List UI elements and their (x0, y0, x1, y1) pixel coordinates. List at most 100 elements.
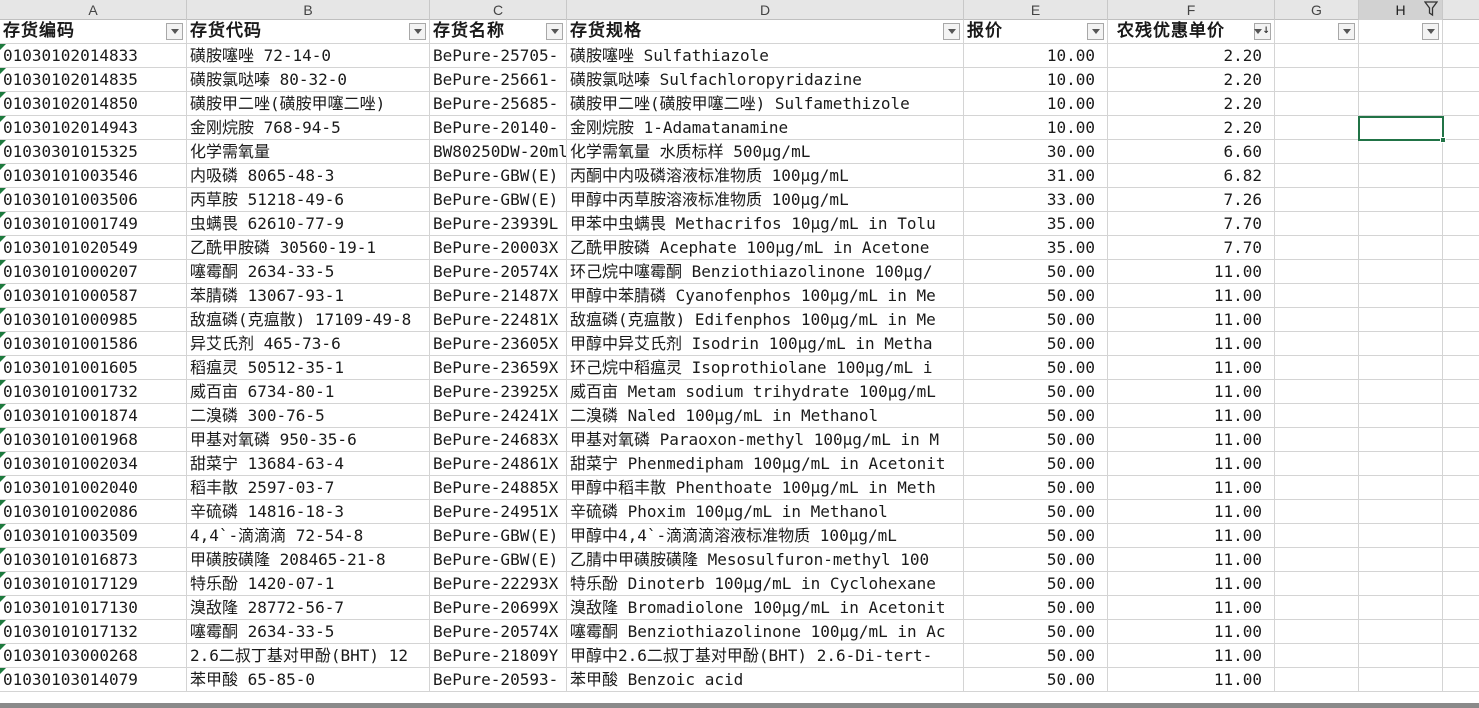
cell-inventory-spec[interactable]: 乙腈中甲磺胺磺隆 Mesosulfuron-methyl 100 (567, 548, 964, 572)
empty-cell[interactable] (1275, 572, 1359, 596)
cell-inventory-id[interactable]: 稻丰散 2597-03-7 (187, 476, 430, 500)
empty-cell[interactable] (1275, 68, 1359, 92)
empty-cell[interactable] (1359, 500, 1443, 524)
filter-dropdown-button[interactable] (409, 23, 426, 40)
empty-cell[interactable] (1275, 212, 1359, 236)
empty-cell[interactable] (1275, 284, 1359, 308)
cell-inventory-spec[interactable]: 甲基对氧磷 Paraoxon-methyl 100μg/mL in M (567, 428, 964, 452)
cell-inventory-name[interactable]: BePure-GBW(E) (430, 524, 567, 548)
cell-quote-price[interactable]: 50.00 (964, 380, 1108, 404)
empty-cell[interactable] (1359, 620, 1443, 644)
cell-inventory-id[interactable]: 稻瘟灵 50512-35-1 (187, 356, 430, 380)
cell-discount-price[interactable]: 11.00 (1108, 476, 1275, 500)
cell-inventory-spec[interactable]: 乙酰甲胺磷 Acephate 100μg/mL in Acetone (567, 236, 964, 260)
cell-inventory-spec[interactable]: 磺胺甲二唑(磺胺甲噻二唑) Sulfamethizole (567, 92, 964, 116)
cell-inventory-code[interactable]: 01030101016873 (0, 548, 187, 572)
cell-discount-price[interactable]: 11.00 (1108, 500, 1275, 524)
cell-inventory-spec[interactable]: 辛硫磷 Phoxim 100μg/mL in Methanol (567, 500, 964, 524)
cell-quote-price[interactable]: 50.00 (964, 476, 1108, 500)
cell-inventory-name[interactable]: BePure-GBW(E) (430, 548, 567, 572)
cell-inventory-spec[interactable]: 甲醇中稻丰散 Phenthoate 100μg/mL in Meth (567, 476, 964, 500)
cell-quote-price[interactable]: 10.00 (964, 44, 1108, 68)
cell-inventory-id[interactable]: 磺胺甲二唑(磺胺甲噻二唑) (187, 92, 430, 116)
cell-discount-price[interactable]: 2.20 (1108, 92, 1275, 116)
empty-cell[interactable] (1443, 188, 1479, 212)
header-cell-quote-price[interactable]: 报价 (964, 20, 1108, 44)
cell-inventory-id[interactable]: 二溴磷 300-76-5 (187, 404, 430, 428)
cell-inventory-id[interactable]: 甲磺胺磺隆 208465-21-8 (187, 548, 430, 572)
empty-cell[interactable] (1443, 476, 1479, 500)
empty-cell[interactable] (1359, 644, 1443, 668)
column-header-f[interactable]: F (1108, 0, 1275, 20)
cell-inventory-spec[interactable]: 甲醇中2.6二叔丁基对甲酚(BHT) 2.6-Di-tert- (567, 644, 964, 668)
empty-cell[interactable] (1275, 500, 1359, 524)
cell-inventory-id[interactable]: 噻霉酮 2634-33-5 (187, 260, 430, 284)
cell-quote-price[interactable]: 50.00 (964, 572, 1108, 596)
cell-inventory-name[interactable]: BePure-20574X (430, 620, 567, 644)
column-header-a[interactable]: A (0, 0, 187, 20)
empty-cell[interactable] (1443, 356, 1479, 380)
cell-discount-price[interactable]: 11.00 (1108, 452, 1275, 476)
cell-discount-price[interactable]: 11.00 (1108, 404, 1275, 428)
empty-cell[interactable] (1443, 236, 1479, 260)
empty-cell[interactable] (1443, 380, 1479, 404)
empty-cell[interactable] (1359, 308, 1443, 332)
column-header-c[interactable]: C (430, 0, 567, 20)
cell-quote-price[interactable]: 50.00 (964, 308, 1108, 332)
cell-inventory-name[interactable]: BePure-24683X (430, 428, 567, 452)
empty-cell[interactable] (1443, 404, 1479, 428)
header-cell-g[interactable] (1275, 20, 1359, 44)
cell-discount-price[interactable]: 11.00 (1108, 308, 1275, 332)
cell-inventory-code[interactable]: 01030101000985 (0, 308, 187, 332)
cell-inventory-spec[interactable]: 环己烷中稻瘟灵 Isoprothiolane 100μg/mL i (567, 356, 964, 380)
cell-inventory-spec[interactable]: 甲苯中虫螨畏 Methacrifos 10μg/mL in Tolu (567, 212, 964, 236)
empty-cell[interactable] (1359, 668, 1443, 692)
cell-inventory-code[interactable]: 01030101000207 (0, 260, 187, 284)
cell-inventory-code[interactable]: 01030103000268 (0, 644, 187, 668)
cell-discount-price[interactable]: 11.00 (1108, 284, 1275, 308)
empty-cell[interactable] (1275, 524, 1359, 548)
cell-inventory-spec[interactable]: 苯甲酸 Benzoic acid (567, 668, 964, 692)
cell-inventory-id[interactable]: 2.6二叔丁基对甲酚(BHT) 12 (187, 644, 430, 668)
empty-cell[interactable] (1275, 260, 1359, 284)
filter-dropdown-button[interactable] (166, 23, 183, 40)
cell-inventory-code[interactable]: 01030101001732 (0, 380, 187, 404)
column-header-b[interactable]: B (187, 0, 430, 20)
cell-inventory-id[interactable]: 噻霉酮 2634-33-5 (187, 620, 430, 644)
cell-inventory-name[interactable]: BePure-20003X (430, 236, 567, 260)
cell-inventory-name[interactable]: BePure-22481X (430, 308, 567, 332)
empty-cell[interactable] (1359, 68, 1443, 92)
cell-discount-price[interactable]: 11.00 (1108, 380, 1275, 404)
cell-quote-price[interactable]: 10.00 (964, 68, 1108, 92)
empty-cell[interactable] (1443, 284, 1479, 308)
empty-cell[interactable] (1359, 404, 1443, 428)
empty-cell[interactable] (1443, 140, 1479, 164)
cell-discount-price[interactable]: 11.00 (1108, 260, 1275, 284)
cell-inventory-name[interactable]: BePure-24951X (430, 500, 567, 524)
cell-quote-price[interactable]: 50.00 (964, 332, 1108, 356)
header-cell-inventory-code[interactable]: 存货编码 (0, 20, 187, 44)
empty-cell[interactable] (1443, 668, 1479, 692)
empty-cell[interactable] (1443, 548, 1479, 572)
cell-quote-price[interactable]: 35.00 (964, 236, 1108, 260)
cell-inventory-name[interactable]: BePure-24241X (430, 404, 567, 428)
fill-handle[interactable] (1440, 137, 1446, 143)
cell-inventory-spec[interactable]: 威百亩 Metam sodium trihydrate 100μg/mL (567, 380, 964, 404)
cell-discount-price[interactable]: 11.00 (1108, 572, 1275, 596)
empty-cell[interactable] (1275, 620, 1359, 644)
cell-quote-price[interactable]: 50.00 (964, 620, 1108, 644)
cell-inventory-spec[interactable]: 敌瘟磷(克瘟散) Edifenphos 100μg/mL in Me (567, 308, 964, 332)
cell-inventory-code[interactable]: 01030101002086 (0, 500, 187, 524)
empty-cell[interactable] (1359, 188, 1443, 212)
cell-inventory-code[interactable]: 01030101001586 (0, 332, 187, 356)
cell-inventory-name[interactable]: BePure-25685- (430, 92, 567, 116)
cell-inventory-spec[interactable]: 金刚烷胺 1-Adamatanamine (567, 116, 964, 140)
empty-cell[interactable] (1359, 140, 1443, 164)
cell-quote-price[interactable]: 30.00 (964, 140, 1108, 164)
cell-inventory-id[interactable]: 甲基对氧磷 950-35-6 (187, 428, 430, 452)
cell-inventory-code[interactable]: 01030101002034 (0, 452, 187, 476)
cell-quote-price[interactable]: 50.00 (964, 644, 1108, 668)
filter-dropdown-button[interactable] (546, 23, 563, 40)
cell-inventory-name[interactable]: BePure-21487X (430, 284, 567, 308)
cell-discount-price[interactable]: 11.00 (1108, 524, 1275, 548)
